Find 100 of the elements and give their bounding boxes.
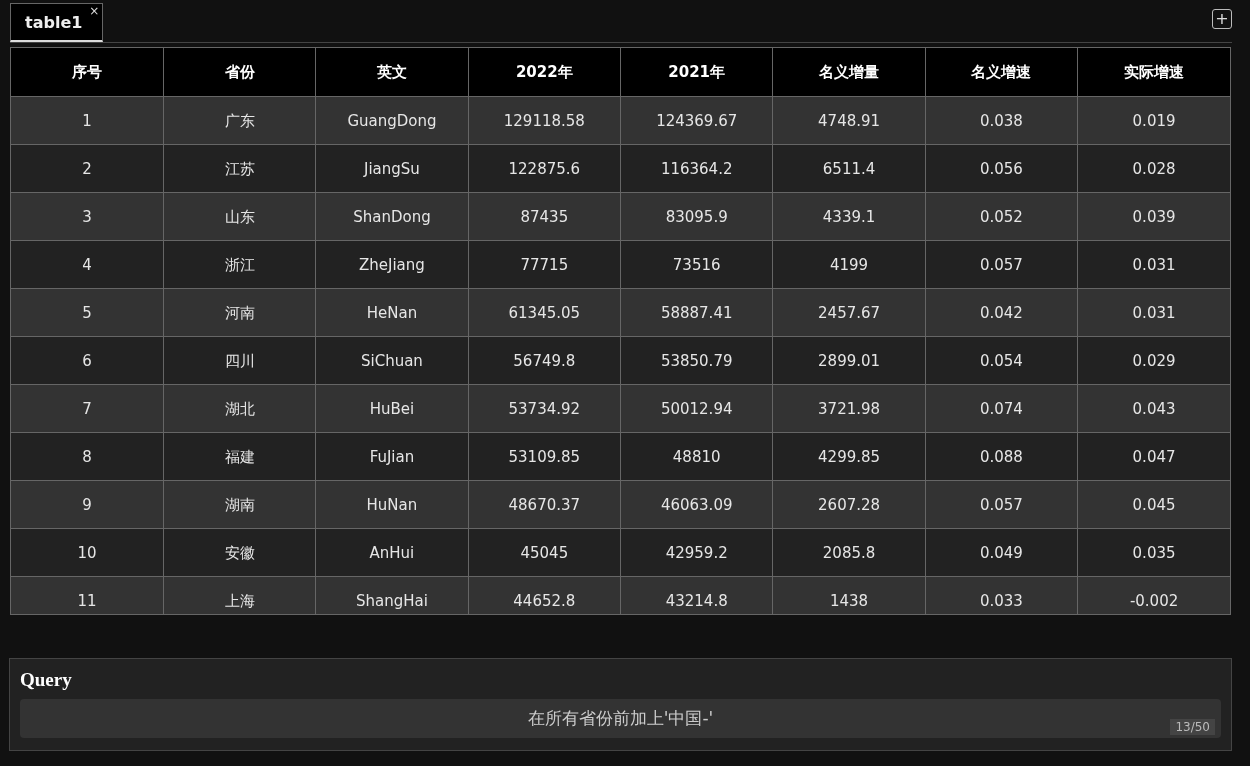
table-cell: 0.019: [1077, 96, 1230, 145]
column-header: 2022年: [468, 48, 621, 97]
table-cell: ShangHai: [315, 576, 469, 614]
tab-label[interactable]: table1: [25, 12, 83, 32]
table-cell: 0.028: [1077, 144, 1230, 193]
table-cell: 0.047: [1077, 432, 1230, 481]
table-cell: 43214.8: [620, 576, 773, 614]
column-header: 英文: [315, 48, 469, 97]
table-cell: 江苏: [163, 144, 316, 193]
close-icon[interactable]: ×: [89, 4, 100, 18]
table-cell: SiChuan: [315, 336, 469, 385]
column-header: 名义增速: [925, 48, 1078, 97]
table-cell: 0.049: [925, 528, 1078, 577]
table-cell: 50012.94: [620, 384, 773, 433]
table-cell: 48810: [620, 432, 773, 481]
table-cell: 湖北: [163, 384, 316, 433]
table-cell: GuangDong: [315, 96, 469, 145]
table-cell: 122875.6: [468, 144, 621, 193]
table-cell: 53109.85: [468, 432, 621, 481]
table-cell: 6511.4: [772, 144, 926, 193]
table-cell: 0.043: [1077, 384, 1230, 433]
table-cell: 129118.58: [468, 96, 621, 145]
table-cell: 0.056: [925, 144, 1078, 193]
table-cell: 5: [11, 288, 164, 337]
table-cell: 上海: [163, 576, 316, 614]
table-cell: 124369.67: [620, 96, 773, 145]
table-cell: 8: [11, 432, 164, 481]
column-header: 省份: [163, 48, 316, 97]
column-header: 实际增速: [1077, 48, 1230, 97]
table-cell: 42959.2: [620, 528, 773, 577]
table-cell: 0.042: [925, 288, 1078, 337]
table-cell: 山东: [163, 192, 316, 241]
table-cell: 0.031: [1077, 288, 1230, 337]
table-cell: 61345.05: [468, 288, 621, 337]
table-cell: 58887.41: [620, 288, 773, 337]
table-cell: 87435: [468, 192, 621, 241]
column-header: 名义增量: [772, 48, 926, 97]
table-cell: 4: [11, 240, 164, 289]
add-tab-button[interactable]: +: [1212, 9, 1232, 29]
table-cell: 2085.8: [772, 528, 926, 577]
table-cell: 2899.01: [772, 336, 926, 385]
table-cell: HuBei: [315, 384, 469, 433]
table-cell: ShanDong: [315, 192, 469, 241]
table-cell: 7: [11, 384, 164, 433]
table-cell: 安徽: [163, 528, 316, 577]
table-cell: HeNan: [315, 288, 469, 337]
table-cell: 湖南: [163, 480, 316, 529]
table-cell: ZheJiang: [315, 240, 469, 289]
table-cell: 0.035: [1077, 528, 1230, 577]
column-header: 2021年: [620, 48, 773, 97]
table-cell: 4748.91: [772, 96, 926, 145]
table-cell: 4199: [772, 240, 926, 289]
table-cell: 83095.9: [620, 192, 773, 241]
table-cell: 0.057: [925, 240, 1078, 289]
table-cell: 四川: [163, 336, 316, 385]
table-cell: 4299.85: [772, 432, 926, 481]
table-cell: 73516: [620, 240, 773, 289]
table-cell: 53850.79: [620, 336, 773, 385]
table-cell: 河南: [163, 288, 316, 337]
table-cell: 1438: [772, 576, 926, 614]
table-cell: 46063.09: [620, 480, 773, 529]
table-cell: 2457.67: [772, 288, 926, 337]
table-cell: 0.088: [925, 432, 1078, 481]
table-cell: 45045: [468, 528, 621, 577]
table-cell: 广东: [163, 96, 316, 145]
table-cell: 3: [11, 192, 164, 241]
table-cell: 48670.37: [468, 480, 621, 529]
table-cell: 0.054: [925, 336, 1078, 385]
character-counter: 13/50: [1170, 719, 1215, 735]
table-cell: 11: [11, 576, 164, 614]
table-cell: 10: [11, 528, 164, 577]
table-cell: 116364.2: [620, 144, 773, 193]
table-cell: 44652.8: [468, 576, 621, 614]
tab[interactable]: table1 ×: [10, 3, 104, 42]
table-cell: 4339.1: [772, 192, 926, 241]
table-cell: 0.039: [1077, 192, 1230, 241]
query-title: Query: [20, 669, 73, 691]
table-cell: 3721.98: [772, 384, 926, 433]
table-cell: 6: [11, 336, 164, 385]
table-cell: 2: [11, 144, 164, 193]
table-cell: 53734.92: [468, 384, 621, 433]
table-cell: 9: [11, 480, 164, 529]
table-cell: 0.052: [925, 192, 1078, 241]
table-cell: -0.002: [1077, 576, 1230, 614]
table-cell: 0.074: [925, 384, 1078, 433]
table-cell: HuNan: [315, 480, 469, 529]
table-cell: 0.045: [1077, 480, 1230, 529]
table-cell: FuJian: [315, 432, 469, 481]
column-header: 序号: [11, 48, 164, 97]
table-cell: 2607.28: [772, 480, 926, 529]
table-cell: 0.057: [925, 480, 1078, 529]
table-cell: 浙江: [163, 240, 316, 289]
table-cell: 1: [11, 96, 164, 145]
table-cell: AnHui: [315, 528, 469, 577]
table-cell: 福建: [163, 432, 316, 481]
table-cell: 77715: [468, 240, 621, 289]
table-cell: 0.029: [1077, 336, 1230, 385]
table-cell: 0.033: [925, 576, 1078, 614]
table-cell: 56749.8: [468, 336, 621, 385]
table-cell: JiangSu: [315, 144, 469, 193]
